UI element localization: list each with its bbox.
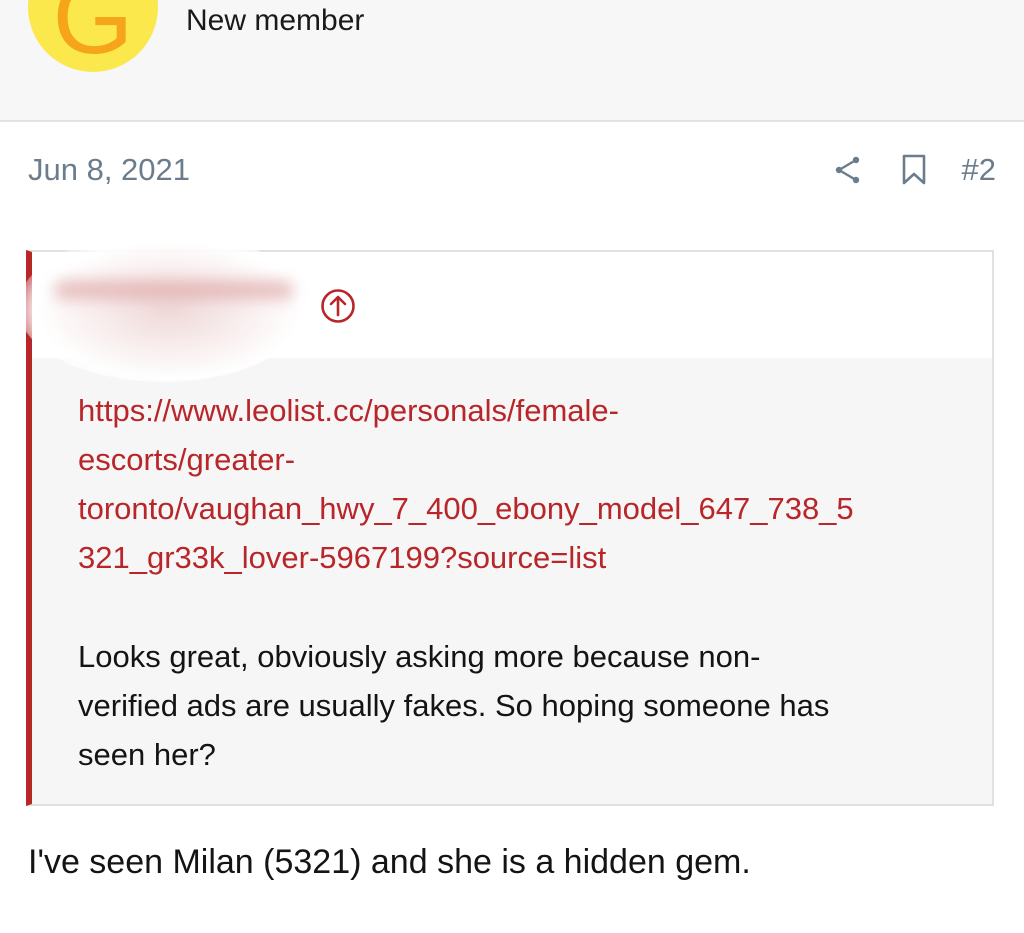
quote-block: https://www.leolist.cc/personals/female-… xyxy=(18,232,994,806)
quote-text-line: verified ads are usually fakes. So hopin… xyxy=(78,688,830,723)
post-body-text: I've seen Milan (5321) and she is a hidd… xyxy=(28,843,751,881)
member-header: G New member xyxy=(0,0,1024,122)
quote-content: https://www.leolist.cc/personals/female-… xyxy=(78,386,958,779)
quote-text: Looks great, obviously asking more becau… xyxy=(78,632,958,779)
arrow-up-circle-icon[interactable] xyxy=(320,288,356,324)
quote-header xyxy=(18,232,992,382)
url-line: 321_gr33k_lover-5967199?source=list xyxy=(78,540,607,575)
blurred-author-name xyxy=(18,232,308,382)
url-line: toronto/vaughan_hwy_7_400_ebony_model_64… xyxy=(78,491,854,526)
post-number-link[interactable]: #2 xyxy=(962,152,996,188)
share-icon[interactable] xyxy=(832,152,864,188)
quote-text-line: seen her? xyxy=(78,737,216,772)
quote-text-line: Looks great, obviously asking more becau… xyxy=(78,639,761,674)
quoted-url-link[interactable]: https://www.leolist.cc/personals/female-… xyxy=(78,386,958,582)
url-line: escorts/greater- xyxy=(78,442,296,477)
avatar[interactable]: G xyxy=(28,0,158,72)
post-actions: #2 xyxy=(832,150,996,190)
member-title: New member xyxy=(186,4,365,37)
url-line: https://www.leolist.cc/personals/female- xyxy=(78,393,619,428)
redacted-name xyxy=(54,280,294,300)
bookmark-icon[interactable] xyxy=(898,152,930,188)
post-date[interactable]: Jun 8, 2021 xyxy=(28,152,190,188)
avatar-letter: G xyxy=(52,0,134,72)
